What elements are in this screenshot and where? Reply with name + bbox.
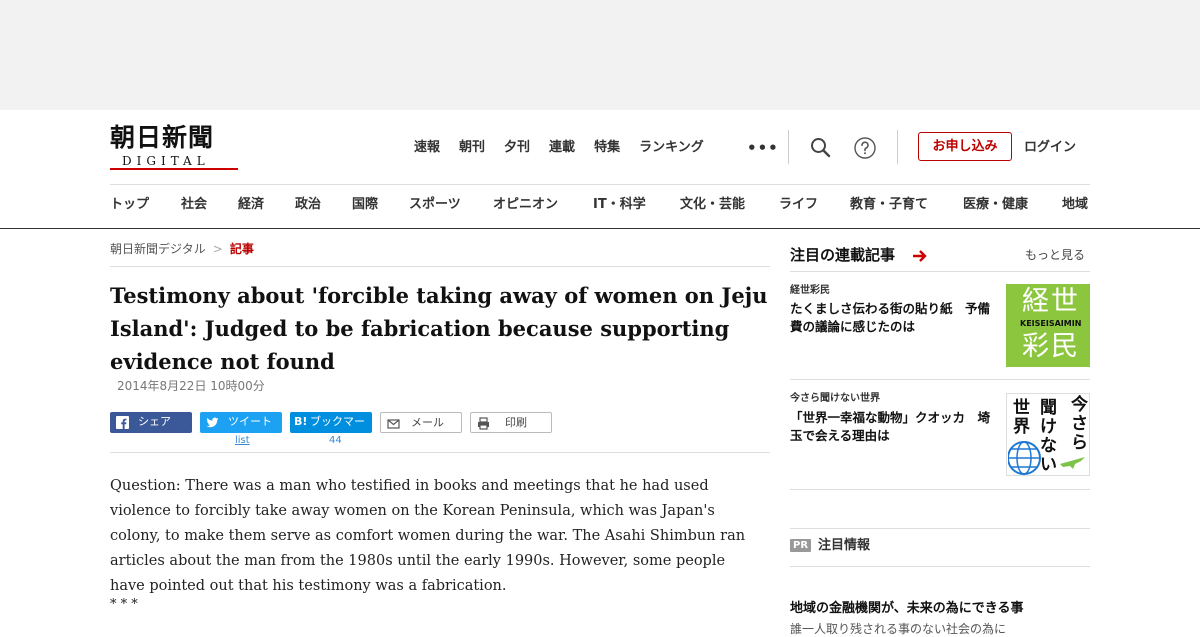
mail-icon xyxy=(387,417,400,430)
logo-jp-text: 朝日新聞 xyxy=(110,123,215,152)
help-icon[interactable] xyxy=(853,136,877,160)
facebook-icon xyxy=(116,416,129,429)
pr-divider xyxy=(790,566,1090,567)
sidebar-item-thumbnail[interactable]: 経世 KEISEISAIMIN 彩民 xyxy=(1006,284,1090,367)
top-nav: 速報 朝刊 夕刊 連載 特集 ランキング xyxy=(414,138,723,158)
site-header: 朝日新聞 DIGITAL 速報 朝刊 夕刊 連載 特集 ランキング ••• お申… xyxy=(0,110,1200,229)
asahi-digital-logo[interactable]: 朝日新聞 DIGITAL xyxy=(110,123,240,170)
sidebar-item-category[interactable]: 経世彩民 xyxy=(790,284,830,298)
pr-divider xyxy=(790,528,1090,529)
sidebar-divider xyxy=(790,379,1090,380)
mail-share-label: メール xyxy=(411,416,444,429)
topnav-morning[interactable]: 朝刊 xyxy=(459,138,485,158)
cat-culture[interactable]: 文化・芸能 xyxy=(680,194,745,216)
article-separator: * * * xyxy=(110,597,138,612)
article-date: 2014年8月22日 10時00分 xyxy=(117,379,265,393)
ad-banner-area xyxy=(0,0,1200,110)
logo-underline xyxy=(110,168,238,170)
twitter-icon xyxy=(206,416,219,429)
pr-item-title[interactable]: 地域の金融機関が、未来の為にできる事 xyxy=(790,600,1023,618)
twitter-count-link[interactable]: list xyxy=(235,434,250,447)
print-button[interactable]: 印刷 xyxy=(470,412,552,433)
cat-sports[interactable]: スポーツ xyxy=(409,194,461,216)
facebook-share-label: シェア xyxy=(138,415,171,428)
thumb-char: な xyxy=(1040,436,1057,456)
cat-opinion[interactable]: オピニオン xyxy=(493,194,558,216)
sidebar-divider xyxy=(790,271,1090,272)
thumb-char: け xyxy=(1040,417,1057,437)
cat-life[interactable]: ライフ xyxy=(779,194,818,216)
cat-top[interactable]: トップ xyxy=(110,194,149,216)
divider xyxy=(788,130,789,164)
sidebar-item-title[interactable]: たくましさ伝わる街の貼り紙 予備費の議論に感じたのは xyxy=(790,300,1000,336)
thumb-char: 界 xyxy=(1013,417,1030,437)
thumb-text-bottom: 彩民 xyxy=(1022,331,1080,362)
sidebar-heading[interactable]: 注目の連載記事 xyxy=(790,244,895,266)
cat-society[interactable]: 社会 xyxy=(181,194,207,216)
airplane-icon xyxy=(1060,457,1085,469)
pr-item-subtitle[interactable]: 誰一人取り残される事のない社会の為に xyxy=(790,621,1006,637)
topnav-breaking[interactable]: 速報 xyxy=(414,138,440,158)
cat-international[interactable]: 国際 xyxy=(352,194,378,216)
sidebar-item-thumbnail[interactable]: 今 さ ら 聞 け な い 世 界 xyxy=(1006,393,1090,476)
topnav-features[interactable]: 特集 xyxy=(594,138,620,158)
cat-politics[interactable]: 政治 xyxy=(295,194,321,216)
facebook-share-button[interactable]: シェア xyxy=(110,412,192,433)
twitter-share-label: ツイート xyxy=(228,415,272,428)
pr-heading: 注目情報 xyxy=(818,538,871,553)
subscribe-button[interactable]: お申し込み xyxy=(918,132,1012,161)
hatena-count[interactable]: 44 xyxy=(329,434,342,447)
arrow-right-icon[interactable] xyxy=(912,248,928,267)
thumb-char: 聞 xyxy=(1040,398,1057,418)
cat-local[interactable]: 地域 xyxy=(1062,194,1088,216)
topnav-ranking[interactable]: ランキング xyxy=(639,138,704,158)
thumb-text-top: 経世 xyxy=(1022,286,1080,317)
thumb-text-en: KEISEISAIMIN xyxy=(1020,319,1082,328)
thumb-char: ら xyxy=(1071,433,1088,453)
breadcrumb-separator: > xyxy=(212,242,223,256)
sidebar-more-link[interactable]: もっと見る xyxy=(1025,246,1085,264)
cat-it-science[interactable]: IT・科学 xyxy=(593,194,646,216)
thumb-char: い xyxy=(1040,455,1057,475)
breadcrumb-divider xyxy=(110,266,770,267)
thumb-char: 今 xyxy=(1071,395,1088,415)
login-link[interactable]: ログイン xyxy=(1024,138,1076,158)
print-label: 印刷 xyxy=(505,416,527,429)
breadcrumb-current: 記事 xyxy=(229,242,254,256)
topnav-evening[interactable]: 夕刊 xyxy=(504,138,530,158)
article-title: Testimony about 'forcible taking away of… xyxy=(110,283,768,374)
cat-economy[interactable]: 経済 xyxy=(238,194,264,216)
logo-en-text: DIGITAL xyxy=(122,154,210,168)
cat-health[interactable]: 医療・健康 xyxy=(963,194,1028,216)
sidebar-divider xyxy=(790,489,1090,490)
thumb-char: 世 xyxy=(1013,398,1030,418)
breadcrumb: 朝日新聞デジタル > 記事 xyxy=(110,240,254,258)
hatena-bookmark-button[interactable]: B! ブックマーク xyxy=(290,412,372,447)
search-icon[interactable] xyxy=(809,136,833,160)
sidebar-item-category[interactable]: 今さら聞けない世界 xyxy=(790,392,880,406)
divider xyxy=(897,130,898,164)
header-divider xyxy=(110,184,1090,185)
more-menu-icon[interactable]: ••• xyxy=(747,138,779,158)
share-divider xyxy=(110,452,770,453)
print-icon xyxy=(477,417,490,430)
cat-education[interactable]: 教育・子育て xyxy=(850,194,928,216)
breadcrumb-home[interactable]: 朝日新聞デジタル xyxy=(110,242,206,256)
category-nav: トップ 社会 経済 政治 国際 スポーツ オピニオン IT・科学 文化・芸能 ラ… xyxy=(110,194,1200,216)
thumb-char: さ xyxy=(1071,414,1088,434)
twitter-share-button[interactable]: ツイート xyxy=(200,412,282,433)
mail-share-button[interactable]: メール xyxy=(380,412,462,433)
article-paragraph: Question: There was a man who testified … xyxy=(110,478,746,594)
topnav-series[interactable]: 連載 xyxy=(549,138,575,158)
sidebar-item-title[interactable]: 「世界一幸福な動物」クオッカ 埼玉で会える理由は xyxy=(790,409,1000,445)
pr-badge: PR xyxy=(790,539,811,552)
